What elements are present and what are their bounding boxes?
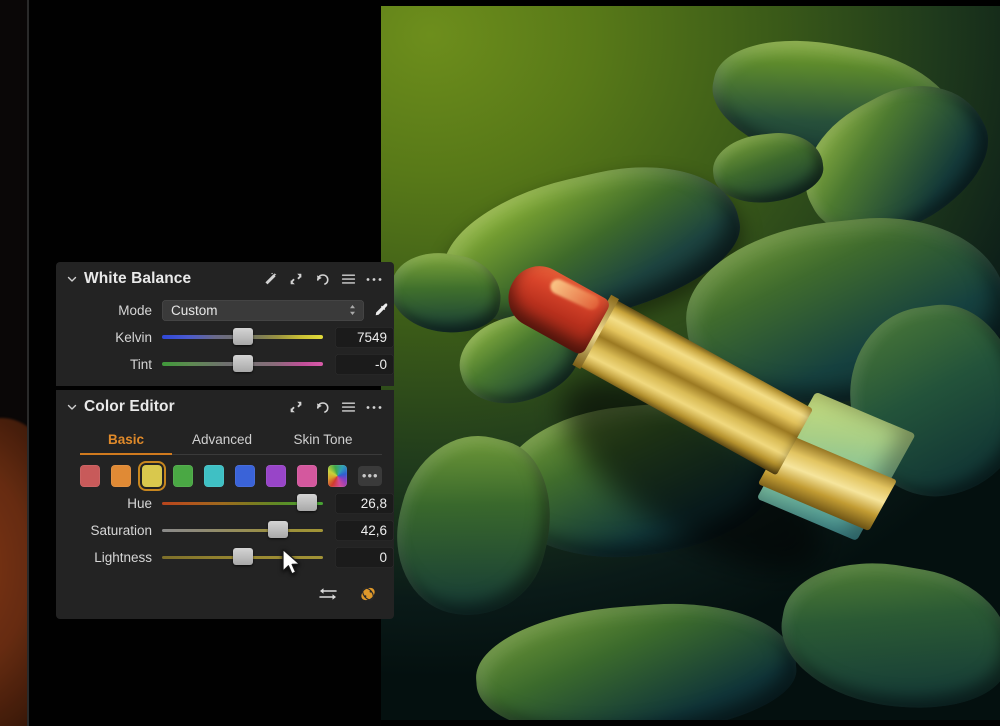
lightness-value[interactable]: 0 — [335, 546, 394, 568]
image-preview — [381, 6, 1000, 720]
expand-arrow-icon[interactable] — [288, 271, 304, 287]
swatch-purple[interactable] — [265, 465, 286, 487]
tool-panel-stack: White Balance Mode Custom Kelvin 7549 Ti… — [56, 262, 394, 619]
background-blur-shape — [0, 418, 27, 726]
lightness-knob[interactable] — [232, 548, 253, 565]
mode-select[interactable]: Custom — [162, 299, 364, 321]
tint-value[interactable]: -0 — [335, 353, 394, 375]
color-editor-header-icons — [288, 399, 382, 415]
tint-knob[interactable] — [232, 355, 253, 372]
more-swatches-button[interactable]: ••• — [358, 466, 382, 486]
presets-menu-icon[interactable] — [340, 271, 356, 287]
hue-value[interactable]: 26,8 — [335, 492, 394, 514]
eyedropper-icon[interactable] — [370, 302, 394, 319]
compare-before-after-icon[interactable] — [318, 584, 338, 604]
chevron-updown-icon — [347, 302, 358, 318]
saturation-label: Saturation — [90, 522, 152, 538]
saturation-slider[interactable] — [162, 519, 323, 541]
tab-skin-tone[interactable]: Skin Tone — [272, 428, 374, 454]
kelvin-row: Kelvin 7549 — [56, 324, 394, 350]
lightness-row: Lightness 0 — [56, 544, 394, 570]
chevron-down-icon[interactable] — [64, 271, 80, 287]
swatch-red[interactable] — [80, 465, 100, 487]
white-balance-mode-row: Mode Custom — [56, 297, 394, 323]
white-balance-panel: White Balance Mode Custom Kelvin 7549 Ti… — [56, 262, 394, 386]
tab-basic[interactable]: Basic — [80, 428, 172, 454]
saturation-knob[interactable] — [268, 521, 289, 538]
swatch-green[interactable] — [172, 465, 193, 487]
active-tab-underline — [80, 453, 172, 455]
reset-undo-icon[interactable] — [314, 399, 330, 415]
chevron-down-icon[interactable] — [64, 399, 80, 415]
kelvin-value[interactable]: 7549 — [335, 326, 394, 348]
swatch-magenta[interactable] — [296, 465, 317, 487]
hue-slider[interactable] — [162, 492, 323, 514]
swatch-yellow[interactable] — [141, 465, 162, 487]
lightness-label: Lightness — [94, 549, 152, 565]
saturation-track — [162, 529, 323, 532]
color-mask-icon[interactable] — [358, 584, 378, 604]
kelvin-slider[interactable] — [162, 326, 323, 348]
color-swatch-row: ••• — [56, 455, 394, 489]
white-balance-header: White Balance — [56, 262, 394, 296]
hue-knob[interactable] — [297, 494, 318, 511]
color-editor-footer — [56, 571, 394, 613]
left-gutter — [0, 0, 27, 726]
mode-value: Custom — [171, 302, 218, 318]
panel-title: White Balance — [84, 270, 192, 287]
kelvin-label: Kelvin — [115, 329, 152, 345]
saturation-value[interactable]: 42,6 — [335, 519, 394, 541]
tint-slider[interactable] — [162, 353, 323, 375]
lightness-slider[interactable] — [162, 546, 323, 568]
reset-undo-icon[interactable] — [314, 271, 330, 287]
saturation-row: Saturation 42,6 — [56, 517, 394, 543]
mode-label: Mode — [118, 302, 152, 318]
hue-label: Hue — [127, 495, 152, 511]
swatch-all-colors[interactable] — [327, 465, 348, 487]
magic-wand-icon[interactable] — [262, 271, 278, 287]
expand-arrow-icon[interactable] — [288, 399, 304, 415]
more-options-icon[interactable] — [366, 271, 382, 287]
presets-menu-icon[interactable] — [340, 399, 356, 415]
tint-label: Tint — [129, 356, 152, 372]
swatch-blue[interactable] — [234, 465, 255, 487]
swatch-orange[interactable] — [110, 465, 131, 487]
color-editor-tabs: Basic Advanced Skin Tone — [80, 428, 382, 454]
image-viewer[interactable] — [381, 0, 1000, 726]
swatch-cyan[interactable] — [203, 465, 224, 487]
application-window: White Balance Mode Custom Kelvin 7549 Ti… — [0, 0, 1000, 726]
tint-row: Tint -0 — [56, 351, 394, 377]
color-editor-header: Color Editor — [56, 390, 394, 424]
color-editor-panel: Color Editor Basic Advanced Skin Tone ••… — [56, 390, 394, 619]
more-options-icon[interactable] — [366, 399, 382, 415]
panel-title: Color Editor — [84, 398, 175, 415]
tabs-divider — [80, 453, 382, 455]
hue-row: Hue 26,8 — [56, 490, 394, 516]
kelvin-knob[interactable] — [232, 328, 253, 345]
white-balance-header-icons — [262, 271, 382, 287]
tab-advanced[interactable]: Advanced — [172, 428, 272, 454]
